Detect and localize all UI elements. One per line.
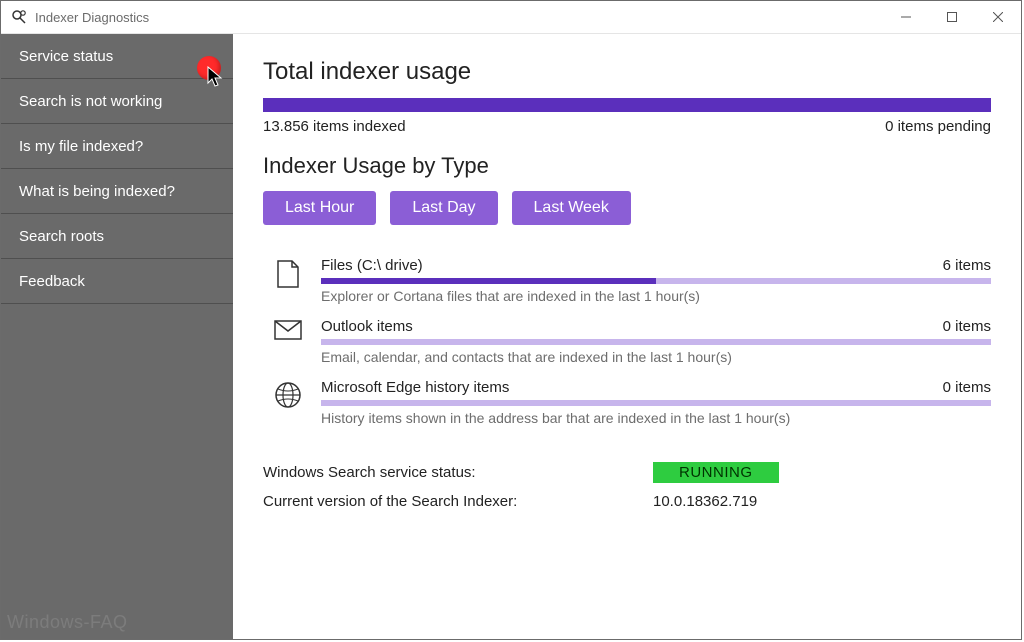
sidebar-item-feedback[interactable]: Feedback [1,259,233,304]
window-title: Indexer Diagnostics [35,10,883,25]
sidebar-item-search-roots[interactable]: Search roots [1,214,233,259]
sidebar-item-service-status[interactable]: Service status [1,34,233,79]
usage-type-list: Files (C:\ drive) 6 items Explorer or Co… [263,251,991,434]
globe-icon [273,381,303,411]
file-icon [273,259,303,289]
total-indexed-count: 13.856 items indexed [263,118,406,135]
tab-last-week[interactable]: Last Week [512,191,631,225]
type-progress-fill [321,278,656,284]
type-description: Email, calendar, and contacts that are i… [321,349,991,365]
titlebar: Indexer Diagnostics [1,1,1021,34]
sidebar-item-search-not-working[interactable]: Search is not working [1,79,233,124]
indexer-version-label: Current version of the Search Indexer: [263,493,653,510]
total-usage-title: Total indexer usage [263,58,991,86]
watermark: Windows-FAQ [7,612,128,633]
total-usage-stats: 13.856 items indexed 0 items pending [263,118,991,135]
type-progress-bar [321,339,991,345]
type-name: Outlook items [321,318,413,335]
sidebar-item-label: Feedback [19,273,85,290]
close-button[interactable] [975,1,1021,33]
type-progress-bar [321,278,991,284]
type-progress-bar [321,400,991,406]
content-pane: Total indexer usage 13.856 items indexed… [233,34,1021,639]
sidebar-item-label: Service status [19,48,113,65]
sidebar-item-label: Is my file indexed? [19,138,143,155]
status-block: Windows Search service status: RUNNING C… [263,462,991,520]
sidebar: Service status Search is not working Is … [1,34,233,639]
sidebar-item-label: Search roots [19,228,104,245]
service-status-badge: RUNNING [653,462,779,483]
tab-last-hour[interactable]: Last Hour [263,191,376,225]
sidebar-item-what-indexed[interactable]: What is being indexed? [1,169,233,214]
type-row-outlook: Outlook items 0 items Email, calendar, a… [263,312,991,373]
type-name: Microsoft Edge history items [321,379,509,396]
sidebar-item-label: What is being indexed? [19,183,175,200]
total-pending-count: 0 items pending [885,118,991,135]
type-description: Explorer or Cortana files that are index… [321,288,991,304]
type-count: 0 items [943,379,991,396]
type-row-files: Files (C:\ drive) 6 items Explorer or Co… [263,251,991,312]
sidebar-item-is-file-indexed[interactable]: Is my file indexed? [1,124,233,169]
minimize-button[interactable] [883,1,929,33]
body: Service status Search is not working Is … [1,34,1021,639]
indexer-version-value: 10.0.18362.719 [653,493,757,510]
usage-by-type-title: Indexer Usage by Type [263,153,991,179]
mail-icon [273,320,303,350]
window-controls [883,1,1021,33]
type-name: Files (C:\ drive) [321,257,423,274]
type-description: History items shown in the address bar t… [321,410,991,426]
type-row-edge-history: Microsoft Edge history items 0 items His… [263,373,991,434]
type-count: 0 items [943,318,991,335]
service-status-label: Windows Search service status: [263,464,653,481]
sidebar-item-label: Search is not working [19,93,162,110]
total-usage-bar [263,98,991,112]
time-range-tabs: Last Hour Last Day Last Week [263,191,991,225]
app-icon [11,9,27,25]
app-window: Indexer Diagnostics Service status Searc… [0,0,1022,640]
tab-last-day[interactable]: Last Day [390,191,497,225]
type-count: 6 items [943,257,991,274]
maximize-button[interactable] [929,1,975,33]
